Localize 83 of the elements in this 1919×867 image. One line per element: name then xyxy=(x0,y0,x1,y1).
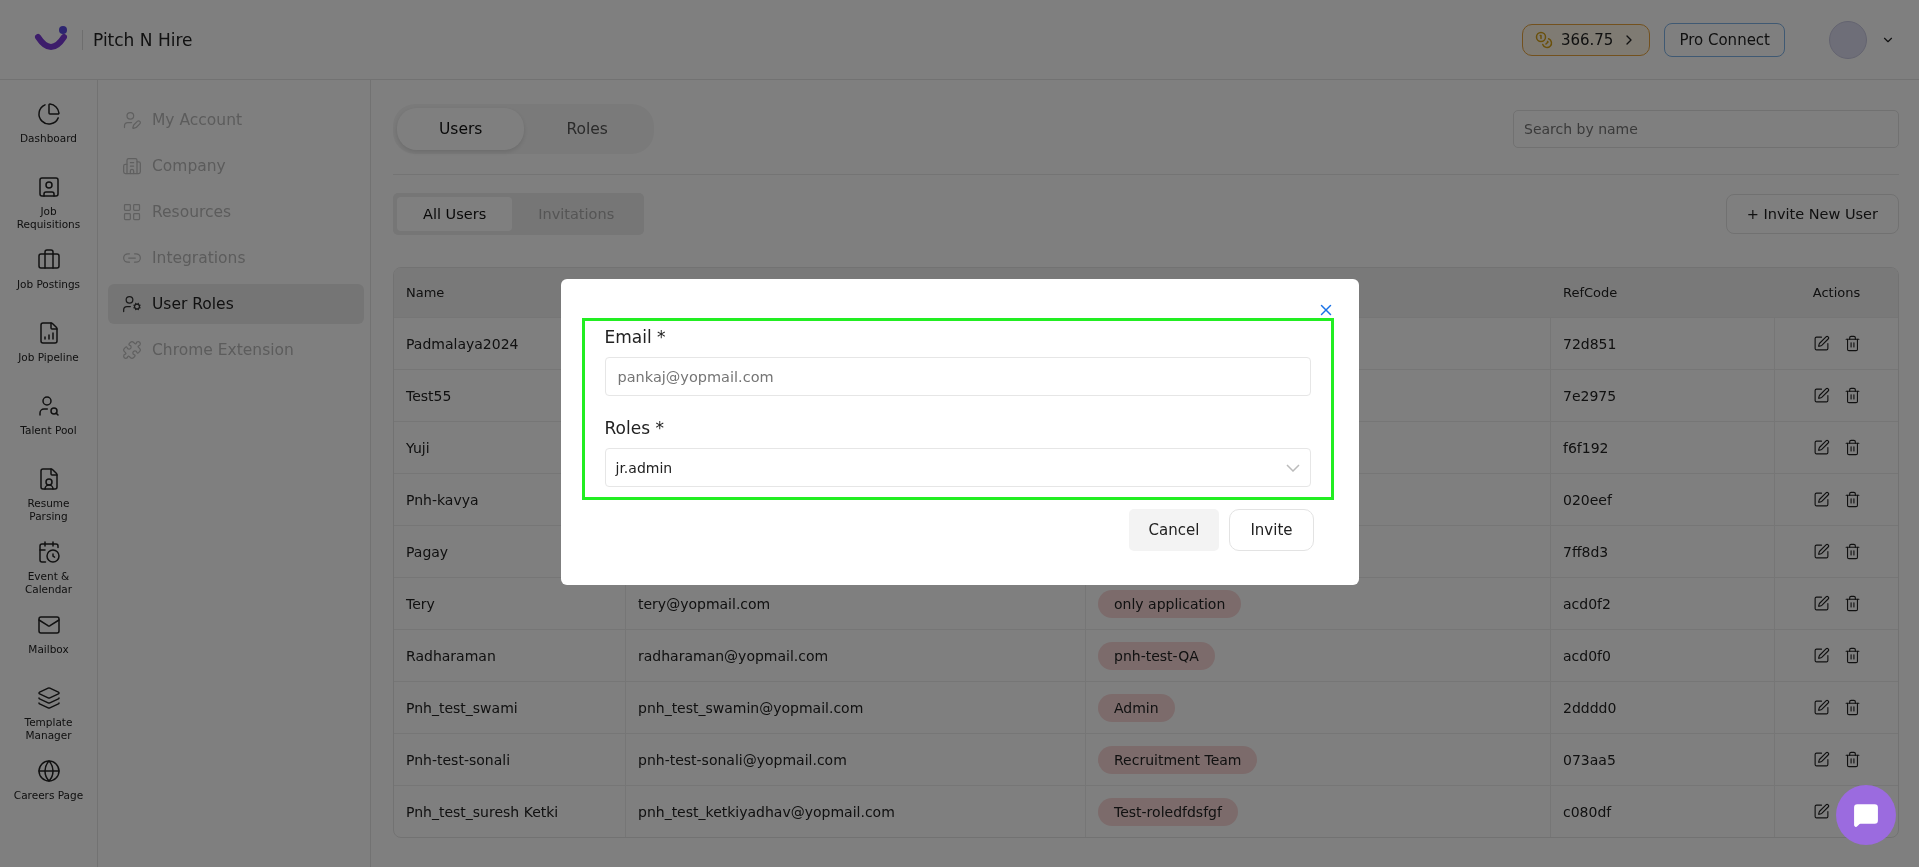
user-gear-icon xyxy=(122,294,142,314)
table-cell: 073aa5 xyxy=(1551,734,1775,785)
edit-icon[interactable] xyxy=(1812,543,1830,560)
table-cell: 7e2975 xyxy=(1551,370,1775,421)
briefcase-icon xyxy=(36,248,61,272)
calendar-icon xyxy=(36,540,61,564)
role-tag: Recruitment Team xyxy=(1098,745,1258,774)
table-cell: Pnh_test_swami xyxy=(394,682,626,733)
user-search-icon xyxy=(36,394,61,418)
table-cell: acd0f2 xyxy=(1551,578,1775,629)
edit-icon[interactable] xyxy=(1812,647,1830,664)
table-cell: Pnh_test_suresh Ketki xyxy=(394,786,626,837)
edit-icon[interactable] xyxy=(1812,803,1830,820)
edit-icon[interactable] xyxy=(1812,699,1830,716)
user-document-icon xyxy=(36,175,61,199)
settings-menu-item[interactable]: User Roles xyxy=(108,284,364,324)
tab[interactable]: All Users xyxy=(397,197,513,231)
mail-icon xyxy=(36,613,61,637)
app-name: Pitch N Hire xyxy=(82,29,193,50)
table-cell: tery@yopmail.com xyxy=(638,595,771,612)
nav-item[interactable]: Event & Calendar xyxy=(10,540,87,598)
table-cell: Radharaman xyxy=(394,630,626,681)
nav-item[interactable]: Dashboard xyxy=(10,102,87,160)
table-cell: c080df xyxy=(1551,786,1775,837)
delete-icon[interactable] xyxy=(1843,335,1861,352)
coin-icon xyxy=(1534,30,1553,49)
user-pen-icon xyxy=(122,110,142,130)
delete-icon[interactable] xyxy=(1843,647,1861,664)
table-cell: pnh-test-sonali@yopmail.com xyxy=(638,751,847,768)
invite-new-user-button[interactable]: + Invite New User xyxy=(1725,194,1899,234)
nav-item[interactable]: Mailbox xyxy=(10,613,87,671)
globe-icon xyxy=(36,759,61,783)
building-icon xyxy=(122,156,142,176)
delete-icon[interactable] xyxy=(1843,387,1861,404)
table-cell: 7ff8d3 xyxy=(1551,526,1775,577)
tab[interactable]: Roles xyxy=(524,108,650,150)
role-tag: pnh-test-QA xyxy=(1098,641,1215,670)
delete-icon[interactable] xyxy=(1843,699,1861,716)
table-cell: pnh_test_swamin@yopmail.com xyxy=(638,699,864,716)
edit-icon[interactable] xyxy=(1812,335,1830,352)
nav-item[interactable]: Job Requisitions xyxy=(10,175,87,233)
delete-icon[interactable] xyxy=(1843,439,1861,456)
layers-icon xyxy=(36,686,61,710)
delete-icon[interactable] xyxy=(1843,491,1861,508)
table-cell: f6f192 xyxy=(1551,422,1775,473)
nav-item[interactable]: Careers Page xyxy=(10,759,87,817)
edit-icon[interactable] xyxy=(1812,439,1830,456)
table-cell: radharaman@yopmail.com xyxy=(638,647,829,664)
edit-icon[interactable] xyxy=(1812,491,1830,508)
invite-button[interactable]: Invite xyxy=(1229,509,1314,551)
table-cell: 72d851 xyxy=(1551,318,1775,369)
tab[interactable]: Users xyxy=(397,108,525,150)
nav-item[interactable]: Talent Pool xyxy=(10,394,87,452)
credits-button[interactable]: 366.75 xyxy=(1521,23,1651,56)
nav-item[interactable]: Resume Parsing xyxy=(10,467,87,525)
delete-icon[interactable] xyxy=(1843,595,1861,612)
puzzle-icon xyxy=(122,340,142,360)
chat-icon xyxy=(1853,802,1879,828)
email-field[interactable]: pankaj@yopmail.com xyxy=(604,357,1311,396)
pro-connect-button[interactable]: Pro Connect xyxy=(1664,22,1785,57)
edit-icon[interactable] xyxy=(1812,751,1830,768)
nav-item[interactable]: Job Postings xyxy=(10,248,87,306)
nav-item[interactable]: Template Manager xyxy=(10,686,87,744)
table-cell: 020eef xyxy=(1551,474,1775,525)
table-cell: 2dddd0 xyxy=(1551,682,1775,733)
delete-icon[interactable] xyxy=(1843,751,1861,768)
role-tag: Test-roledfdsfgf xyxy=(1098,797,1238,826)
edit-icon[interactable] xyxy=(1812,387,1830,404)
role-tag: Admin xyxy=(1098,693,1175,722)
role-tag: only application xyxy=(1098,589,1242,618)
cancel-button[interactable]: Cancel xyxy=(1128,509,1220,551)
pie-chart-icon xyxy=(36,102,61,126)
table-cell: Pnh-test-sonali xyxy=(394,734,626,785)
edit-icon[interactable] xyxy=(1812,595,1830,612)
table-cell: pnh_test_ketkiyadhav@yopmail.com xyxy=(638,803,895,820)
search-field[interactable]: Search by name xyxy=(1513,110,1899,148)
grid-icon xyxy=(122,202,142,222)
table-cell: acd0f0 xyxy=(1551,630,1775,681)
roles-select[interactable]: jr.admin xyxy=(604,448,1311,487)
chevron-down-icon xyxy=(1285,463,1300,472)
chat-button[interactable] xyxy=(1836,785,1896,845)
delete-icon[interactable] xyxy=(1843,543,1861,560)
nav-item[interactable]: Job Pipeline xyxy=(10,321,87,379)
